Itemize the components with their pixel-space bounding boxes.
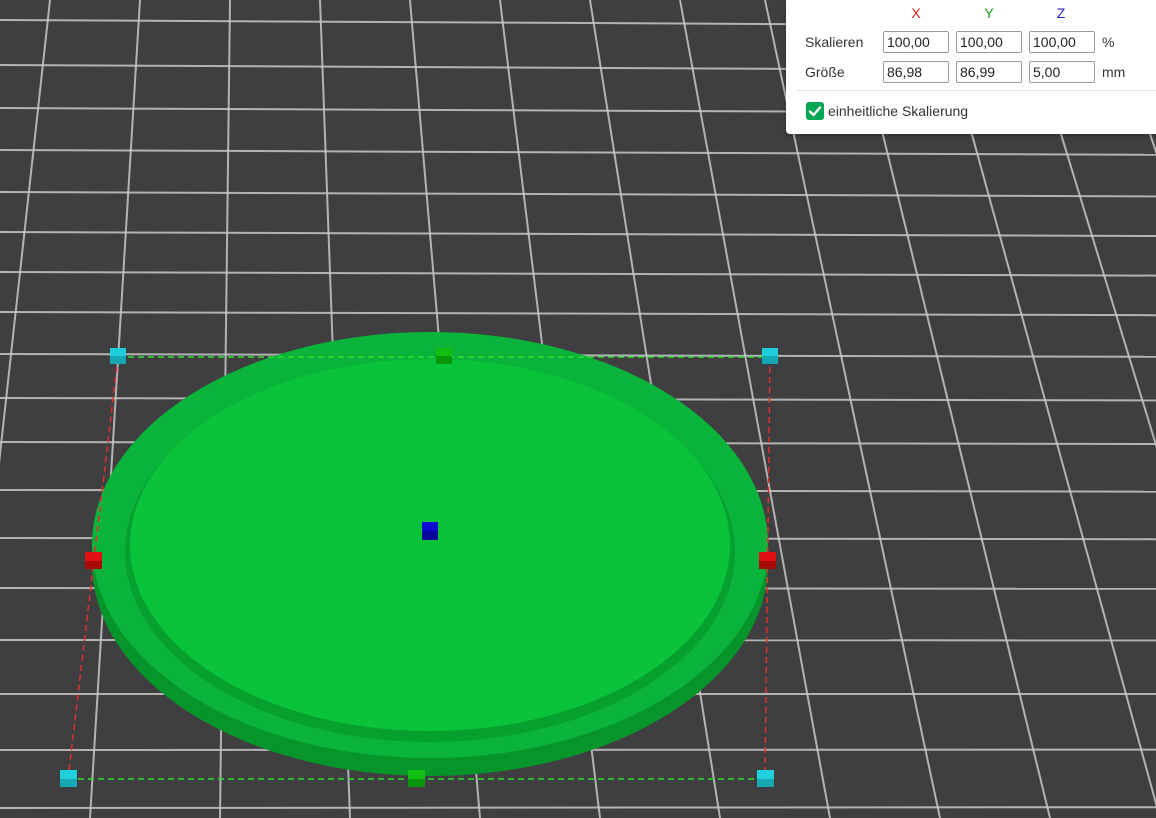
corner-handle-front-right[interactable]: [757, 770, 774, 787]
scale-panel: X Y Z Skalieren 100,00 100,00 100,00 % G…: [786, 0, 1156, 134]
axis-header-z: Z: [1056, 5, 1066, 21]
model[interactable]: [92, 332, 768, 776]
y-handle-back[interactable]: [436, 348, 452, 364]
size-unit: mm: [1102, 64, 1126, 80]
size-row-label: Größe: [805, 64, 845, 80]
scale-x-input[interactable]: 100,00: [883, 31, 949, 53]
uniform-scaling-label: einheitliche Skalierung: [828, 103, 969, 119]
z-handle-center[interactable]: [422, 522, 438, 540]
model-top-surface: [130, 359, 730, 731]
scale-unit: %: [1102, 34, 1115, 50]
y-handle-front[interactable]: [408, 770, 425, 787]
uniform-scaling-checkbox[interactable]: [806, 102, 824, 120]
checkmark-icon: [808, 106, 822, 117]
corner-handle-back-right[interactable]: [762, 348, 778, 364]
axis-header-x: X: [911, 5, 921, 21]
corner-handle-back-left[interactable]: [110, 348, 126, 364]
size-z-input[interactable]: 5,00: [1029, 61, 1095, 83]
panel-divider: [796, 90, 1156, 91]
size-y-input[interactable]: 86,99: [956, 61, 1022, 83]
grid-line-width: [0, 806, 1156, 809]
scale-z-input[interactable]: 100,00: [1029, 31, 1095, 53]
scale-y-input[interactable]: 100,00: [956, 31, 1022, 53]
x-handle-right[interactable]: [759, 552, 776, 569]
x-handle-left[interactable]: [85, 552, 102, 569]
scale-row-label: Skalieren: [805, 34, 864, 50]
size-x-input[interactable]: 86,98: [883, 61, 949, 83]
corner-handle-front-left[interactable]: [60, 770, 77, 787]
axis-header-y: Y: [984, 5, 994, 21]
